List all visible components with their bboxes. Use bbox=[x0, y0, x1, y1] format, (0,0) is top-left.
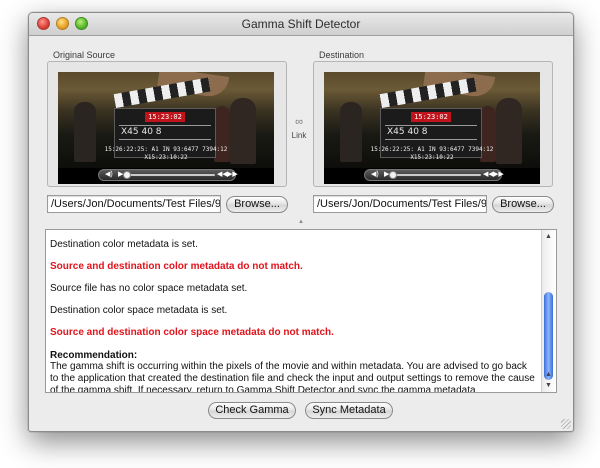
timecode-overlay: 15:26:22:25: A1 IN 93:6477 7394:12 X15:2… bbox=[370, 146, 494, 161]
recommendation-heading: Recommendation: bbox=[50, 350, 138, 361]
destination-path-field[interactable]: /Users/Jon/Documents/Test Files/9 bbox=[313, 195, 487, 213]
log-line-error: Source and destination color space metad… bbox=[50, 327, 334, 338]
destination-video[interactable]: 15:23:02 X45 40 8 15:26:22:25: A1 IN 93:… bbox=[324, 72, 540, 184]
title-bar: Gamma Shift Detector bbox=[29, 13, 573, 36]
split-handle[interactable]: ▲ bbox=[297, 219, 305, 225]
scroll-up-icon[interactable]: ▲ bbox=[545, 233, 552, 240]
scroll-thumb[interactable] bbox=[544, 292, 553, 380]
scrub-bar[interactable] bbox=[129, 174, 215, 176]
slate-timecode: 15:23:02 bbox=[145, 112, 185, 122]
scroll-down-icon[interactable]: ▼ bbox=[545, 382, 552, 389]
volume-icon[interactable]: ◀) bbox=[371, 170, 379, 180]
results-log[interactable]: Destination color metadata is set. Sourc… bbox=[45, 229, 557, 393]
destination-group-label: Destination bbox=[319, 50, 365, 60]
destination-browse-button[interactable]: Browse... bbox=[492, 196, 554, 213]
timecode-overlay: 15:26:22:25: A1 IN 93:6477 7394:12 X15:2… bbox=[104, 146, 228, 161]
log-line: Source file has no color space metadata … bbox=[50, 283, 248, 294]
source-group-label: Original Source bbox=[53, 50, 116, 60]
resize-grip[interactable] bbox=[561, 419, 571, 429]
sync-metadata-button[interactable]: Sync Metadata bbox=[305, 402, 393, 419]
check-gamma-button[interactable]: Check Gamma bbox=[208, 402, 296, 419]
app-window: Gamma Shift Detector Original Source 15:… bbox=[28, 12, 574, 432]
link-label: Link bbox=[291, 131, 307, 140]
destination-panel: 15:23:02 X45 40 8 15:26:22:25: A1 IN 93:… bbox=[313, 61, 553, 187]
source-browse-button[interactable]: Browse... bbox=[226, 196, 288, 213]
skip-forward-icon[interactable]: ▶▶ bbox=[493, 170, 504, 180]
chain-link-icon[interactable]: ∞ bbox=[289, 117, 309, 128]
log-line: Destination color space metadata is set. bbox=[50, 305, 228, 316]
source-path-field[interactable]: /Users/Jon/Documents/Test Files/9 bbox=[47, 195, 221, 213]
video-frame: 15:23:02 X45 40 8 15:26:22:25: A1 IN 93:… bbox=[324, 72, 540, 168]
scrub-knob[interactable] bbox=[389, 171, 397, 179]
source-panel: 15:23:02 X45 40 8 15:26:22:25: A1 IN 93:… bbox=[47, 61, 287, 187]
scrub-bar[interactable] bbox=[395, 174, 481, 176]
slate-text: X45 40 8 bbox=[387, 127, 428, 137]
slate-timecode: 15:23:02 bbox=[411, 112, 451, 122]
log-scrollbar[interactable]: ▲ ▲ ▼ bbox=[541, 230, 556, 392]
window-title: Gamma Shift Detector bbox=[241, 17, 361, 31]
scrub-knob[interactable] bbox=[123, 171, 131, 179]
playback-controls: ◀) ▶ ◀◀ ▶▶ bbox=[98, 169, 238, 181]
skip-forward-icon[interactable]: ▶▶ bbox=[227, 170, 238, 180]
video-frame: 15:23:02 X45 40 8 15:26:22:25: A1 IN 93:… bbox=[58, 72, 274, 168]
source-video[interactable]: 15:23:02 X45 40 8 15:26:22:25: A1 IN 93:… bbox=[58, 72, 274, 184]
playback-controls: ◀) ▶ ◀◀ ▶▶ bbox=[364, 169, 504, 181]
log-line: Destination color metadata is set. bbox=[50, 239, 198, 250]
recommendation-body: The gamma shift is occurring within the … bbox=[50, 361, 535, 393]
slate-text: X45 40 8 bbox=[121, 127, 162, 137]
volume-icon[interactable]: ◀) bbox=[105, 170, 113, 180]
log-line-error: Source and destination color metadata do… bbox=[50, 261, 303, 272]
scroll-up-icon[interactable]: ▲ bbox=[545, 371, 552, 378]
